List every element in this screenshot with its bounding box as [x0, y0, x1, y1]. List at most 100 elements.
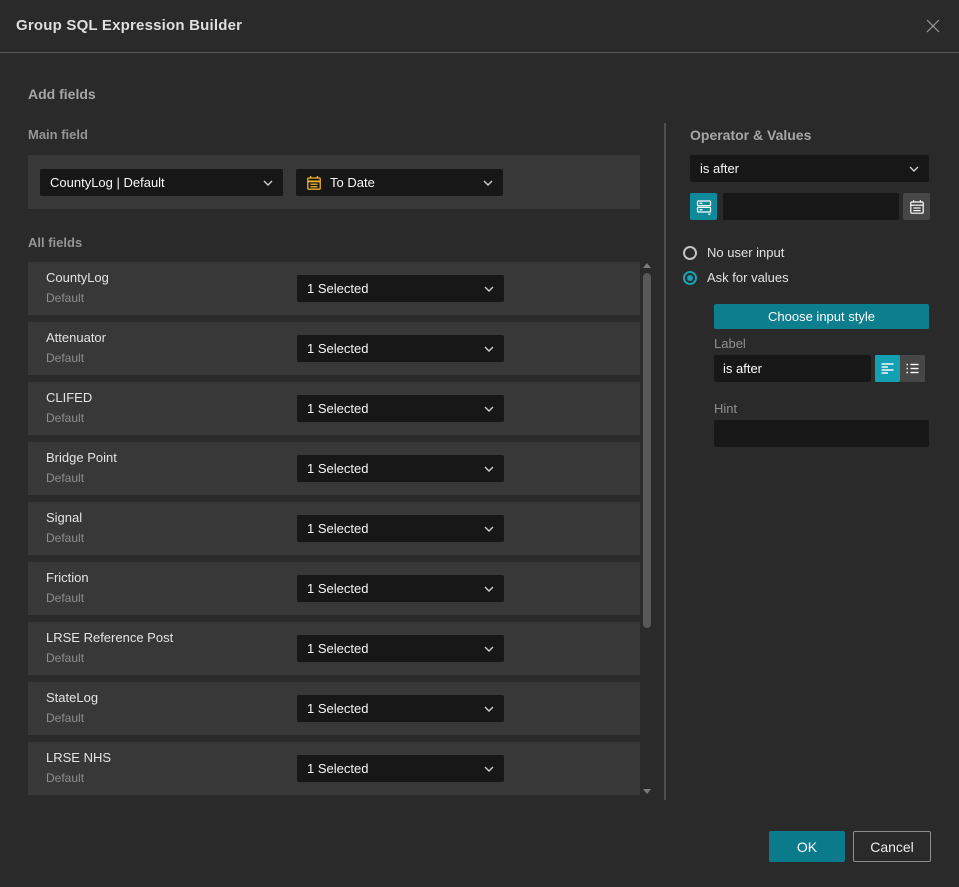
chevron-down-icon — [484, 586, 494, 592]
field-row: Attenuator Default 1 Selected — [28, 322, 640, 375]
value-input[interactable] — [723, 193, 899, 220]
ok-button[interactable]: OK — [769, 831, 845, 862]
main-field-panel: CountyLog | Default To Date — [28, 155, 640, 209]
field-row: Bridge Point Default 1 Selected — [28, 442, 640, 495]
value-source-button[interactable] — [690, 193, 717, 220]
field-row-name: CLIFED — [46, 390, 93, 405]
field-row-name: CountyLog — [46, 270, 109, 285]
main-field-select-value: CountyLog | Default — [50, 175, 165, 190]
radio-unselected-icon — [683, 245, 697, 260]
field-row-selection-dropdown[interactable]: 1 Selected — [297, 755, 504, 782]
operator-values-heading: Operator & Values — [690, 127, 812, 143]
scrollbar-thumb[interactable] — [643, 273, 651, 628]
date-type-select[interactable]: To Date — [296, 169, 503, 196]
scrollbar[interactable] — [641, 258, 653, 800]
chevron-down-icon — [484, 706, 494, 712]
field-row-subtitle: Default — [46, 471, 85, 485]
radio-ask-for-values[interactable]: Ask for values — [683, 270, 789, 285]
field-row-subtitle: Default — [46, 651, 85, 665]
chevron-down-icon — [484, 286, 494, 292]
field-row: CLIFED Default 1 Selected — [28, 382, 640, 435]
field-row-selection-value: 1 Selected — [307, 461, 369, 476]
field-row-selection-dropdown[interactable]: 1 Selected — [297, 695, 504, 722]
field-row-subtitle: Default — [46, 591, 85, 605]
field-row-subtitle: Default — [46, 531, 85, 545]
date-type-select-value: To Date — [330, 175, 375, 190]
field-row-selection-value: 1 Selected — [307, 281, 369, 296]
close-icon — [926, 19, 940, 33]
chevron-down-icon — [484, 646, 494, 652]
chevron-down-icon — [263, 180, 273, 186]
calendar-gold-icon — [306, 175, 322, 191]
field-row-selection-dropdown[interactable]: 1 Selected — [297, 575, 504, 602]
field-row-name: Signal — [46, 510, 83, 525]
hint-input[interactable] — [714, 420, 929, 447]
input-style-list-button[interactable] — [900, 355, 925, 382]
label-input[interactable] — [714, 355, 871, 382]
chevron-down-icon — [484, 346, 494, 352]
field-row-selection-dropdown[interactable]: 1 Selected — [297, 335, 504, 362]
close-button[interactable] — [919, 12, 947, 40]
all-fields-heading: All fields — [28, 235, 83, 250]
field-row-selection-value: 1 Selected — [307, 641, 369, 656]
operator-select[interactable]: is after — [690, 155, 929, 182]
field-row-selection-value: 1 Selected — [307, 761, 369, 776]
stacked-fields-icon — [696, 199, 711, 215]
chevron-down-icon — [483, 180, 493, 186]
field-row-selection-dropdown[interactable]: 1 Selected — [297, 275, 504, 302]
chevron-down-icon — [484, 406, 494, 412]
field-row-selection-value: 1 Selected — [307, 401, 369, 416]
field-row-subtitle: Default — [46, 411, 85, 425]
field-row: LRSE Reference Post Default 1 Selected — [28, 622, 640, 675]
field-row-name: LRSE Reference Post — [46, 630, 174, 645]
scrollbar-down-arrow-icon[interactable] — [643, 789, 651, 794]
main-field-select[interactable]: CountyLog | Default — [40, 169, 283, 196]
group-sql-expression-builder-dialog: Group SQL Expression Builder Add fields … — [0, 0, 959, 887]
radio-ask-for-values-label: Ask for values — [707, 270, 789, 285]
panel-divider — [664, 123, 666, 800]
radio-no-user-input[interactable]: No user input — [683, 245, 784, 260]
bulleted-list-icon — [906, 363, 919, 374]
field-row-name: StateLog — [46, 690, 99, 705]
radio-no-user-input-label: No user input — [707, 245, 785, 260]
calendar-icon — [909, 199, 924, 214]
field-row: CountyLog Default 1 Selected — [28, 262, 640, 315]
field-row: LRSE NHS Default 1 Selected — [28, 742, 640, 795]
field-row-name: LRSE NHS — [46, 750, 112, 765]
dialog-header: Group SQL Expression Builder — [0, 0, 959, 53]
field-row: StateLog Default 1 Selected — [28, 682, 640, 735]
field-row-subtitle: Default — [46, 351, 85, 365]
field-row-name: Attenuator — [46, 330, 106, 345]
field-row-subtitle: Default — [46, 771, 85, 785]
field-row-name: Friction — [46, 570, 89, 585]
field-row-selection-value: 1 Selected — [307, 701, 369, 716]
field-row-selection-dropdown[interactable]: 1 Selected — [297, 635, 504, 662]
cancel-button[interactable]: Cancel — [853, 831, 931, 862]
main-field-heading: Main field — [28, 127, 88, 142]
chevron-down-icon — [909, 166, 919, 172]
field-row-selection-dropdown[interactable]: 1 Selected — [297, 515, 504, 542]
all-fields-list: CountyLog Default 1 Selected Attenuator … — [28, 262, 640, 795]
field-row-selection-value: 1 Selected — [307, 521, 369, 536]
hint-field-label: Hint — [714, 401, 738, 416]
dialog-title: Group SQL Expression Builder — [16, 17, 243, 34]
operator-select-value: is after — [700, 161, 740, 176]
field-row-subtitle: Default — [46, 291, 85, 305]
radio-selected-icon — [683, 270, 697, 285]
field-row-selection-dropdown[interactable]: 1 Selected — [297, 395, 504, 422]
field-row: Signal Default 1 Selected — [28, 502, 640, 555]
field-row: Friction Default 1 Selected — [28, 562, 640, 615]
date-picker-button[interactable] — [903, 193, 930, 220]
chevron-down-icon — [484, 526, 494, 532]
field-row-selection-value: 1 Selected — [307, 341, 369, 356]
field-row-name: Bridge Point — [46, 450, 117, 465]
choose-input-style-button[interactable]: Choose input style — [714, 304, 929, 329]
scrollbar-up-arrow-icon[interactable] — [643, 263, 651, 268]
field-row-selection-dropdown[interactable]: 1 Selected — [297, 455, 504, 482]
add-fields-heading: Add fields — [28, 86, 96, 102]
input-style-text-button[interactable] — [875, 355, 900, 382]
label-field-label: Label — [714, 336, 746, 351]
chevron-down-icon — [484, 466, 494, 472]
field-row-subtitle: Default — [46, 711, 85, 725]
field-row-selection-value: 1 Selected — [307, 581, 369, 596]
